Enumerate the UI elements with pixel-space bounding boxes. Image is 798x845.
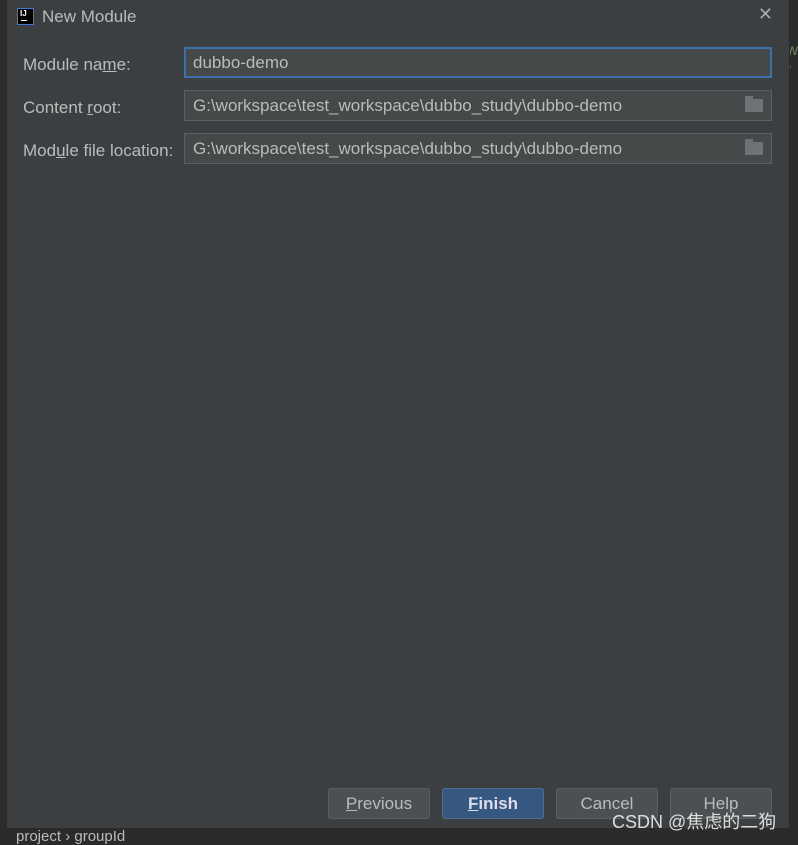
- content-root-label: Content root:: [23, 98, 122, 117]
- browse-folder-icon[interactable]: [745, 139, 763, 155]
- browse-folder-icon[interactable]: [745, 96, 763, 112]
- watermark: CSDN @焦虑的二狗: [612, 812, 777, 832]
- module-name-input[interactable]: dubbo-demo: [184, 47, 772, 78]
- content-root-input[interactable]: G:\workspace\test_workspace\dubbo_study\…: [184, 90, 772, 121]
- new-module-dialog: IJ New Module ✕ Module name: dubbo-demo …: [7, 0, 790, 828]
- module-file-location-label: Module file location:: [23, 141, 174, 160]
- previous-button[interactable]: Previous: [328, 788, 430, 819]
- module-name-label: Module name:: [23, 55, 131, 74]
- intellij-icon: IJ: [17, 8, 34, 25]
- dialog-title: New Module: [42, 7, 137, 26]
- finish-button[interactable]: Finish: [442, 788, 544, 819]
- title-bar: IJ New Module ✕: [7, 0, 789, 34]
- close-icon[interactable]: ✕: [758, 4, 773, 25]
- module-file-location-input[interactable]: G:\workspace\test_workspace\dubbo_study\…: [184, 133, 772, 164]
- background-breadcrumb: project › groupId: [16, 828, 126, 845]
